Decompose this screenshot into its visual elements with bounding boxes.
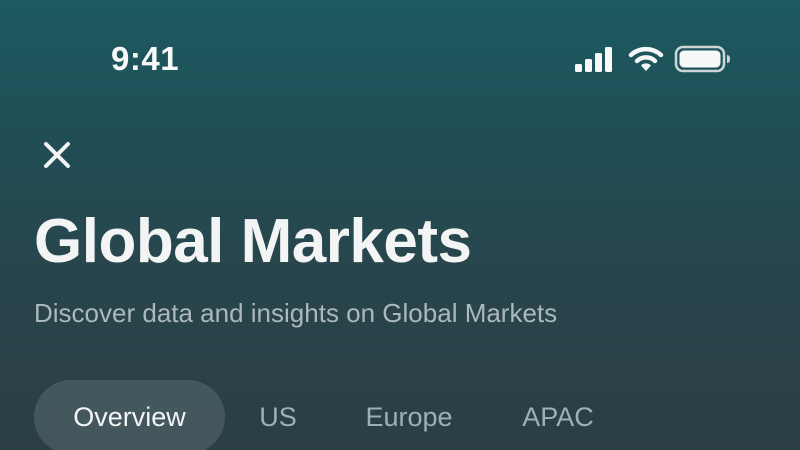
tab-bar: Overview US Europe APAC — [34, 380, 623, 450]
status-icons — [574, 44, 732, 74]
tab-europe[interactable]: Europe — [339, 380, 479, 450]
status-time: 9:41 — [111, 40, 180, 77]
battery-icon — [674, 45, 730, 73]
page-subtitle: Discover data and insights on Global Mar… — [34, 298, 558, 328]
close-button[interactable] — [36, 134, 78, 176]
wifi-icon — [628, 46, 664, 71]
tab-apac[interactable]: APAC — [493, 380, 623, 450]
page-title: Global Markets — [34, 207, 472, 276]
tab-us[interactable]: US — [225, 380, 331, 450]
close-icon — [44, 142, 70, 168]
status-bar: 9:41 — [0, 0, 800, 120]
signal-icon — [575, 47, 612, 72]
tab-overview[interactable]: Overview — [34, 380, 225, 450]
